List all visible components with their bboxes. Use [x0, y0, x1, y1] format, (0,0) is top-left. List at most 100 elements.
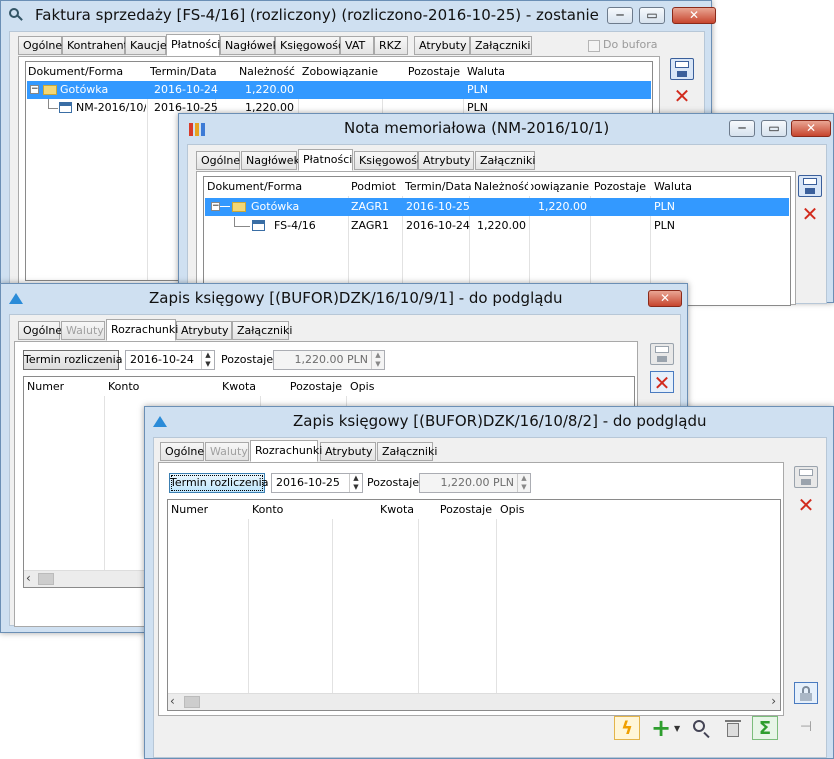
col-dokument-forma[interactable]: Dokument/Forma	[28, 62, 123, 81]
tab-vat[interactable]: VAT	[340, 36, 374, 55]
tab-atrybuty[interactable]: Atrybuty	[414, 36, 470, 55]
tab-zalaczniki[interactable]: Załączniki	[232, 321, 292, 340]
tab-ksiegowosc[interactable]: Księgowość	[354, 151, 423, 170]
add-dropdown-chevron-icon[interactable]: ▼	[674, 724, 680, 733]
col-pozostaje[interactable]: Pozostaje	[420, 500, 492, 519]
table-row[interactable]: FS-4/16 ZAGR1 2016-10-24 1,220.00 PLN	[205, 217, 789, 235]
tab-atrybuty[interactable]: Atrybuty	[176, 321, 232, 340]
cancel-button[interactable]: ✕	[794, 494, 818, 516]
scroll-left-icon[interactable]: ‹	[170, 694, 175, 709]
lock-icon[interactable]	[794, 682, 818, 704]
tab-ogolne[interactable]: Ogólne	[196, 151, 240, 170]
table-row[interactable]: − Gotówka ZAGR1 2016-10-25 1,220.00 PLN	[205, 198, 789, 216]
col-zobowiazanie[interactable]: Zobowiązanie	[531, 177, 589, 196]
tab-zalaczniki[interactable]: Załączniki	[475, 151, 535, 170]
col-dokument-forma[interactable]: Dokument/Forma	[207, 177, 302, 196]
tab-kontrahent[interactable]: Kontrahent	[62, 36, 128, 55]
tab-rozrachunki[interactable]: Rozrachunki	[250, 440, 322, 462]
col-numer[interactable]: Numer	[27, 377, 64, 396]
cell-zobowiazanie	[530, 217, 587, 235]
scroll-right-icon[interactable]: ›	[771, 694, 776, 709]
tree-line	[48, 99, 49, 108]
titlebar[interactable]: Faktura sprzedaży [FS-4/16] (rozliczony)…	[1, 1, 716, 31]
col-numer[interactable]: Numer	[171, 500, 208, 519]
termin-rozliczenia-button[interactable]: Termin rozliczenia	[169, 473, 268, 493]
close-button[interactable]: ✕	[672, 7, 716, 24]
app-icon-bar3	[201, 123, 205, 136]
horizontal-scrollbar[interactable]: ‹ ›	[168, 693, 780, 710]
col-waluta[interactable]: Waluta	[467, 62, 505, 81]
do-bufora-checkbox[interactable]	[588, 40, 600, 52]
minimize-button[interactable]: ─	[607, 7, 633, 24]
add-icon[interactable]: +	[648, 716, 674, 740]
col-pozostaje[interactable]: Pozostaje	[382, 62, 460, 81]
spin-arrows-icon[interactable]: ▲ ▼	[349, 474, 362, 492]
cell-doc: FS-4/16	[274, 219, 316, 232]
tab-naglowek[interactable]: Nagłówek	[241, 151, 300, 170]
cancel-button[interactable]: ✕	[650, 371, 674, 394]
titlebar[interactable]: Zapis księgowy [(BUFOR)DZK/16/10/8/2] - …	[145, 407, 833, 437]
titlebar[interactable]: Nota memoriałowa (NM-2016/10/1) ─ ▭ ✕	[179, 114, 833, 144]
col-kwota[interactable]: Kwota	[184, 377, 256, 396]
tab-ogolne[interactable]: Ogólne	[18, 321, 62, 340]
tab-atrybuty[interactable]: Atrybuty	[320, 442, 376, 461]
col-waluta[interactable]: Waluta	[654, 177, 692, 196]
collapse-toggle-icon[interactable]: −	[211, 202, 220, 211]
col-naleznosc[interactable]: Należność	[215, 62, 295, 81]
scroll-thumb[interactable]	[184, 696, 200, 708]
save-button[interactable]	[798, 175, 822, 197]
maximize-button[interactable]: ▭	[761, 120, 787, 137]
collapse-toggle-icon[interactable]: −	[30, 85, 39, 94]
termin-date-field[interactable]: 2016-10-24 ▲ ▼	[125, 350, 215, 370]
trash-icon[interactable]	[720, 716, 746, 740]
col-zobowiazanie[interactable]: Zobowiązanie	[298, 62, 378, 81]
col-pozostaje[interactable]: Pozostaje	[264, 377, 342, 396]
col-opis[interactable]: Opis	[500, 500, 524, 519]
termin-rozliczenia-button[interactable]: Termin rozliczenia	[23, 350, 122, 370]
tab-ogolne[interactable]: Ogólne	[160, 442, 204, 461]
col-naleznosc[interactable]: Należność	[474, 177, 528, 196]
maximize-button[interactable]: ▭	[639, 7, 665, 24]
search-icon[interactable]	[688, 716, 714, 740]
tab-naglowek[interactable]: Nagłówek	[220, 36, 279, 55]
tab-platnosci[interactable]: Płatności	[298, 149, 353, 171]
window-title: Zapis księgowy [(BUFOR)DZK/16/10/8/2] - …	[293, 412, 707, 430]
maximize-icon: ▭	[646, 8, 658, 22]
titlebar[interactable]: Zapis księgowy [(BUFOR)DZK/16/10/9/1] - …	[1, 284, 687, 314]
tab-ogolne[interactable]: Ogólne	[18, 36, 62, 55]
col-konto[interactable]: Konto	[252, 500, 283, 519]
col-opis[interactable]: Opis	[350, 377, 374, 396]
col-kwota[interactable]: Kwota	[336, 500, 414, 519]
termin-date-field[interactable]: 2016-10-25 ▲ ▼	[271, 473, 363, 493]
trash-icon-body	[727, 723, 739, 737]
tab-ksiegowosc[interactable]: Księgowość	[275, 36, 344, 55]
col-termin-data[interactable]: Termin/Data	[150, 62, 217, 81]
col-konto[interactable]: Konto	[108, 377, 139, 396]
col-termin-data[interactable]: Termin/Data	[405, 177, 472, 196]
pin-icon[interactable]: ⊣	[794, 716, 818, 738]
cell-pozostaje	[383, 81, 459, 99]
col-pozostaje[interactable]: Pozostaje	[590, 177, 646, 196]
col-podmiot[interactable]: Podmiot	[351, 177, 396, 196]
tab-rozrachunki[interactable]: Rozrachunki	[106, 319, 178, 341]
scroll-thumb[interactable]	[38, 573, 54, 585]
table-row[interactable]: − Gotówka 2016-10-24 1,220.00 PLN	[27, 81, 651, 99]
tab-platnosci[interactable]: Płatności	[166, 34, 220, 56]
minimize-button[interactable]: ─	[729, 120, 755, 137]
cancel-button[interactable]: ✕	[798, 203, 822, 225]
sum-icon[interactable]: Σ	[752, 716, 778, 740]
close-button[interactable]: ✕	[791, 120, 831, 137]
tab-atrybuty[interactable]: Atrybuty	[418, 151, 474, 170]
close-button[interactable]: ✕	[648, 290, 682, 307]
tab-zalaczniki[interactable]: Załączniki	[470, 36, 532, 55]
tab-rkz[interactable]: RKZ	[374, 36, 408, 55]
save-button[interactable]	[650, 343, 674, 365]
lightning-icon[interactable]: ϟ	[614, 716, 640, 740]
tab-zalaczniki[interactable]: Załączniki	[377, 442, 437, 461]
save-button[interactable]	[794, 466, 818, 488]
spin-arrows-icon[interactable]: ▲ ▼	[201, 351, 214, 369]
scroll-left-icon[interactable]: ‹	[26, 571, 31, 586]
save-button[interactable]	[670, 58, 694, 80]
tab-kaucje[interactable]: Kaucje	[125, 36, 167, 55]
cancel-button[interactable]: ✕	[670, 85, 694, 107]
